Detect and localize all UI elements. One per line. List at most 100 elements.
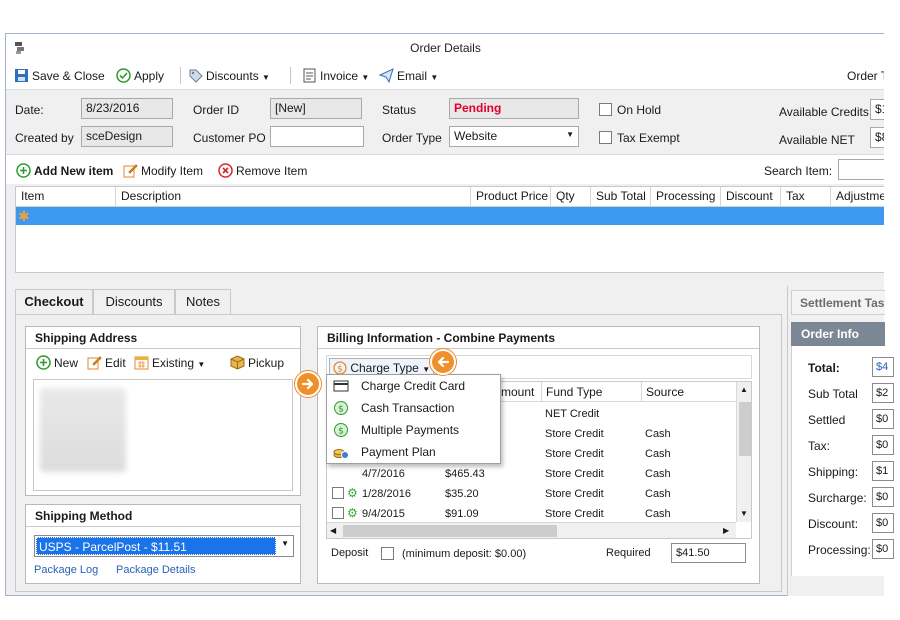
order-type-value: Website	[454, 129, 498, 143]
payment-date: 1/28/2016	[362, 488, 411, 500]
package-details-link[interactable]: Package Details	[116, 564, 196, 576]
available-net-label: Available NET	[779, 133, 855, 147]
modify-item-button[interactable]: Modify Item	[123, 163, 203, 179]
payment-checkbox[interactable]	[332, 507, 344, 519]
menu-item-charge-credit-card[interactable]: Charge Credit Card	[327, 375, 500, 397]
email-dropdown[interactable]: Email ▼	[379, 68, 438, 84]
tab-notes[interactable]: Notes	[175, 289, 231, 314]
tab-checkout[interactable]: Checkout	[15, 289, 93, 315]
order-details-window: Order Details Save & Close Apply Discoun…	[5, 33, 884, 596]
horizontal-scrollbar[interactable]: ◀ ▶	[327, 522, 736, 538]
pickup-button[interactable]: Pickup	[230, 355, 284, 371]
column-header[interactable]: Fund Type	[542, 382, 642, 402]
required-amount-field[interactable]: $41.50	[671, 543, 746, 563]
order-id-label: Order ID	[193, 103, 240, 117]
existing-address-dropdown[interactable]: Existing ▼	[134, 355, 205, 371]
column-header[interactable]: Discount	[721, 187, 781, 207]
add-new-item-button[interactable]: Add New item	[16, 163, 113, 179]
billing-information-title: Billing Information - Combine Payments	[318, 327, 759, 349]
invoice-label: Invoice	[320, 69, 359, 83]
new-item-row[interactable]: ✱	[16, 207, 884, 225]
payment-method-icon: ⚙	[347, 486, 358, 500]
multiple-payments-icon: $	[334, 423, 348, 437]
total-label: Total:	[808, 361, 840, 375]
order-type-select[interactable]: Website ▼	[449, 126, 579, 147]
menu-item-label: Multiple Payments	[361, 423, 460, 437]
column-header[interactable]: Product Price	[471, 187, 551, 207]
tab-discounts[interactable]: Discounts	[93, 289, 175, 314]
menu-item-multiple-payments[interactable]: $ Multiple Payments	[327, 419, 500, 441]
required-label: Required	[606, 547, 651, 559]
items-grid[interactable]: Item Description Product Price Qty Sub T…	[15, 186, 884, 273]
scroll-up-icon[interactable]: ▲	[740, 385, 748, 394]
column-header[interactable]: mount	[497, 382, 542, 402]
menu-item-cash-transaction[interactable]: $ Cash Transaction	[327, 397, 500, 419]
tax-exempt-checkbox[interactable]	[599, 131, 612, 144]
save-close-button[interactable]: Save & Close	[14, 68, 105, 84]
discounts-dropdown[interactable]: Discounts ▼	[188, 68, 270, 84]
column-header[interactable]: Processing	[651, 187, 721, 207]
new-row-marker-icon: ✱	[18, 208, 30, 224]
column-header[interactable]: Qty	[551, 187, 591, 207]
scroll-down-icon[interactable]: ▼	[740, 509, 748, 518]
scroll-thumb[interactable]	[343, 525, 557, 537]
plus-circle-icon	[36, 355, 51, 370]
new-address-button[interactable]: New	[36, 355, 78, 371]
payment-row[interactable]: ⚙ 9/4/2015 $91.09 Store Credit Cash	[327, 504, 727, 524]
invoice-icon	[303, 68, 316, 83]
on-hold-checkbox[interactable]	[599, 103, 612, 116]
existing-address-label: Existing	[152, 356, 195, 370]
dollar-circle-icon: $	[333, 361, 347, 375]
deposit-checkbox[interactable]	[381, 547, 394, 560]
discounts-label: Discounts	[206, 69, 259, 83]
column-header[interactable]: Adjustme	[831, 187, 884, 207]
payment-row[interactable]: ⚙ 1/28/2016 $35.20 Store Credit Cash	[327, 484, 727, 504]
order-t-label[interactable]: Order T	[847, 68, 884, 84]
package-log-link[interactable]: Package Log	[34, 564, 98, 576]
payment-row[interactable]: 4/7/2016 $465.43 Store Credit Cash	[327, 464, 727, 484]
column-header[interactable]: Tax	[781, 187, 831, 207]
created-by-label: Created by	[15, 131, 74, 145]
payment-checkbox[interactable]	[332, 487, 344, 499]
edit-icon	[87, 356, 102, 370]
scroll-thumb[interactable]	[739, 402, 751, 456]
scroll-right-icon[interactable]: ▶	[723, 526, 729, 535]
column-header[interactable]: Description	[116, 187, 471, 207]
chevron-down-icon: ▼	[197, 360, 206, 369]
menu-item-payment-plan[interactable]: Payment Plan	[327, 441, 500, 463]
order-info-header: Order Info	[791, 322, 885, 346]
scroll-left-icon[interactable]: ◀	[330, 526, 336, 535]
title-bar: Order Details	[6, 34, 884, 62]
chevron-down-icon: ▼	[361, 73, 370, 82]
shipping-method-select[interactable]: USPS - ParcelPost - $11.51 ▼	[34, 535, 294, 557]
sub-total-value: $2	[872, 383, 894, 403]
discount-label: Discount:	[808, 517, 859, 531]
fund-type: Store Credit	[545, 448, 604, 460]
remove-circle-icon	[218, 163, 233, 178]
tag-icon	[189, 69, 203, 83]
apply-button[interactable]: Apply	[116, 68, 164, 84]
chevron-down-icon: ▼	[262, 73, 270, 82]
invoice-dropdown[interactable]: Invoice ▼	[302, 68, 369, 84]
check-circle-icon	[116, 68, 131, 83]
settlement-tab[interactable]: Settlement Tas	[791, 290, 885, 315]
item-toolbar: Add New item Modify Item Remove Item Sea…	[6, 154, 884, 184]
order-info-body: Total: $4 Sub Total $2 Settled $0 Tax: $…	[791, 346, 894, 576]
payment-date: 4/7/2016	[362, 468, 405, 480]
order-header-form: Date: 8/23/2016 Order ID [New] Status Pe…	[6, 91, 884, 154]
calendar-icon	[134, 356, 149, 370]
cash-icon: $	[334, 401, 348, 415]
toolbar-separator	[290, 67, 291, 84]
customer-po-input[interactable]	[270, 126, 364, 147]
search-item-input[interactable]	[838, 159, 884, 180]
shipping-address-box[interactable]	[33, 379, 293, 491]
column-header[interactable]: Item	[16, 187, 116, 207]
source: Cash	[645, 468, 671, 480]
remove-item-button[interactable]: Remove Item	[218, 163, 307, 179]
vertical-scrollbar[interactable]: ▲ ▼	[736, 382, 751, 522]
edit-address-button[interactable]: Edit	[87, 355, 126, 371]
column-header[interactable]: Sub Total	[591, 187, 651, 207]
column-header[interactable]: Source	[642, 382, 737, 402]
payment-method-icon: ⚙	[347, 506, 358, 520]
date-field[interactable]: 8/23/2016	[81, 98, 173, 119]
